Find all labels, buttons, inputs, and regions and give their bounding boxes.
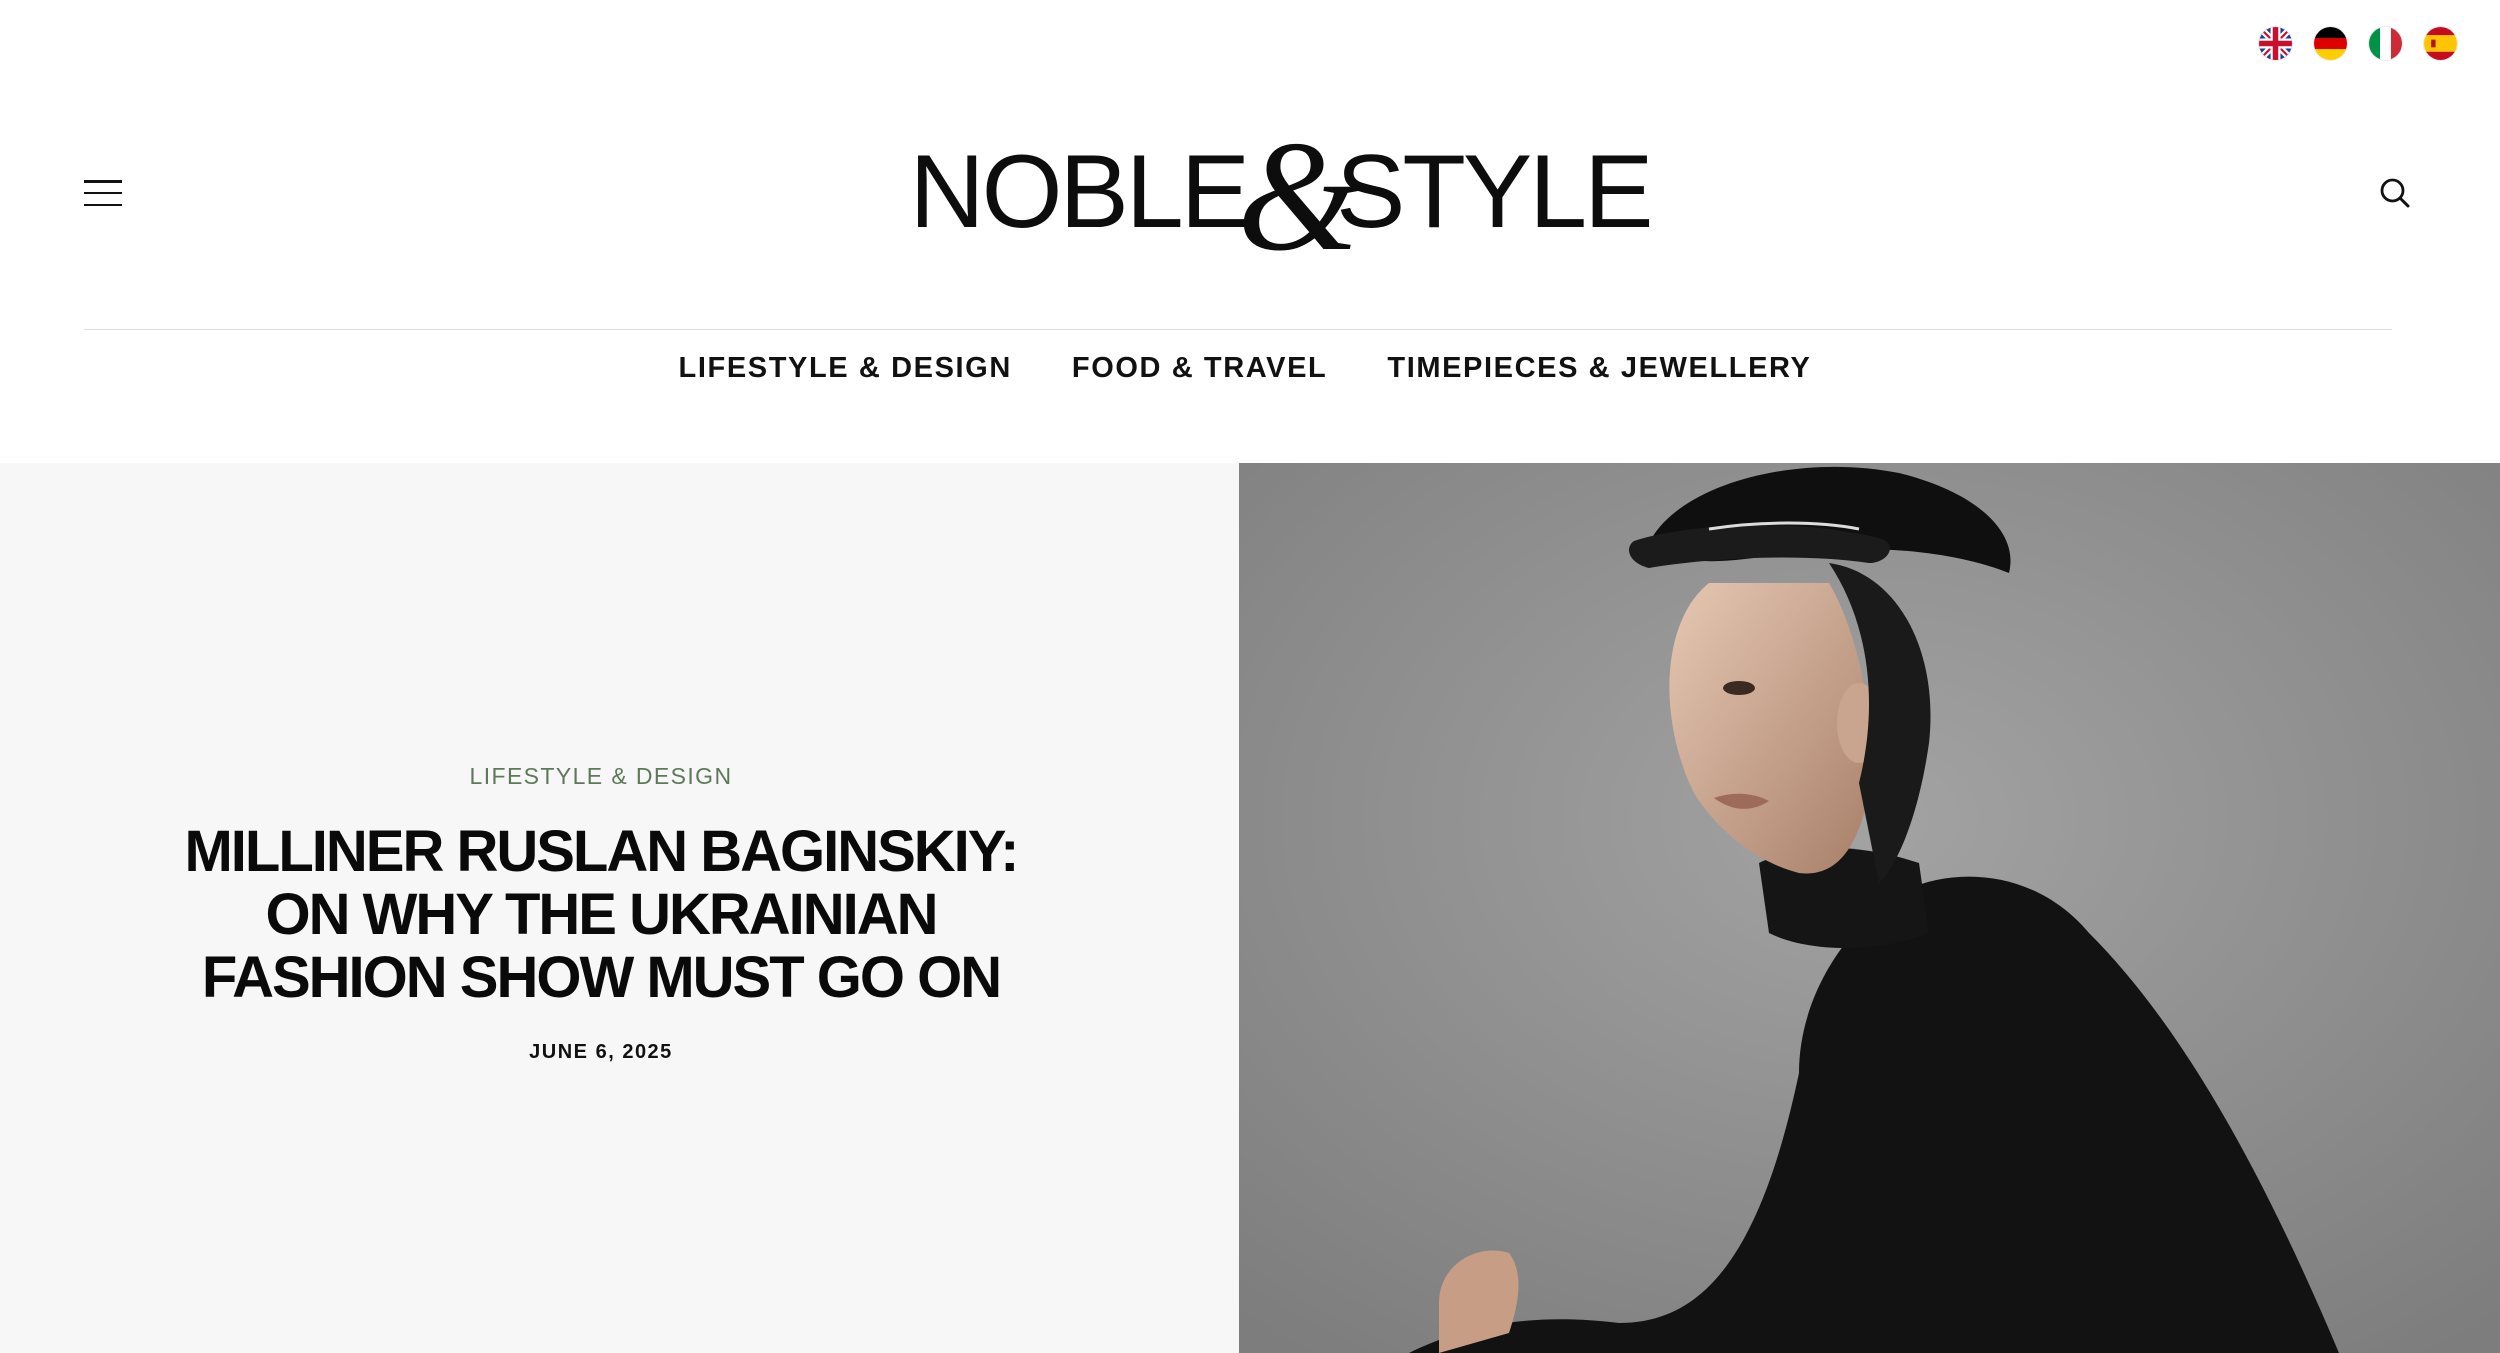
headline-line: ON WHY THE UKRAINIAN bbox=[265, 882, 938, 947]
hamburger-line bbox=[84, 203, 122, 206]
article-headline[interactable]: MILLINER RUSLAN BAGINSKIY: ON WHY THE UK… bbox=[151, 820, 1051, 1009]
headline-line: MILLINER RUSLAN BAGINSKIY: bbox=[184, 819, 1019, 884]
featured-article-text-panel: LIFESTYLE & DESIGN MILLINER RUSLAN BAGIN… bbox=[0, 463, 1239, 1353]
search-icon[interactable] bbox=[2377, 175, 2413, 211]
featured-article-content: LIFESTYLE & DESIGN MILLINER RUSLAN BAGIN… bbox=[0, 763, 1202, 1064]
article-category-link[interactable]: LIFESTYLE & DESIGN bbox=[470, 763, 733, 790]
language-switcher bbox=[2259, 27, 2457, 60]
site-logo[interactable]: NOBLE & STYLE bbox=[895, 118, 1665, 276]
hamburger-line bbox=[84, 180, 122, 183]
headline-line: FASHION SHOW MUST GO ON bbox=[201, 945, 1002, 1010]
hamburger-line bbox=[84, 191, 122, 195]
article-date: JUNE 6, 2025 bbox=[529, 1041, 673, 1063]
nav-item-food-travel[interactable]: FOOD & TRAVEL bbox=[1072, 352, 1327, 385]
nav-item-timepieces-jewellery[interactable]: TIMEPIECES & JEWELLERY bbox=[1387, 352, 1811, 385]
spain-flag-icon[interactable] bbox=[2424, 27, 2457, 60]
hamburger-menu-icon[interactable] bbox=[84, 180, 122, 206]
uk-flag-icon[interactable] bbox=[2259, 27, 2292, 60]
italy-flag-icon[interactable] bbox=[2369, 27, 2402, 60]
main-navigation: LIFESTYLE & DESIGN FOOD & TRAVEL TIMEPIE… bbox=[0, 352, 2500, 385]
featured-article-image[interactable] bbox=[1239, 463, 2500, 1353]
germany-flag-icon[interactable] bbox=[2314, 27, 2347, 60]
logo-word-style: STYLE bbox=[1336, 134, 1653, 250]
featured-article: LIFESTYLE & DESIGN MILLINER RUSLAN BAGIN… bbox=[0, 463, 2500, 1353]
logo-word-noble: NOBLE bbox=[909, 134, 1251, 250]
header-divider bbox=[84, 329, 2392, 330]
nav-item-lifestyle-design[interactable]: LIFESTYLE & DESIGN bbox=[679, 352, 1012, 385]
